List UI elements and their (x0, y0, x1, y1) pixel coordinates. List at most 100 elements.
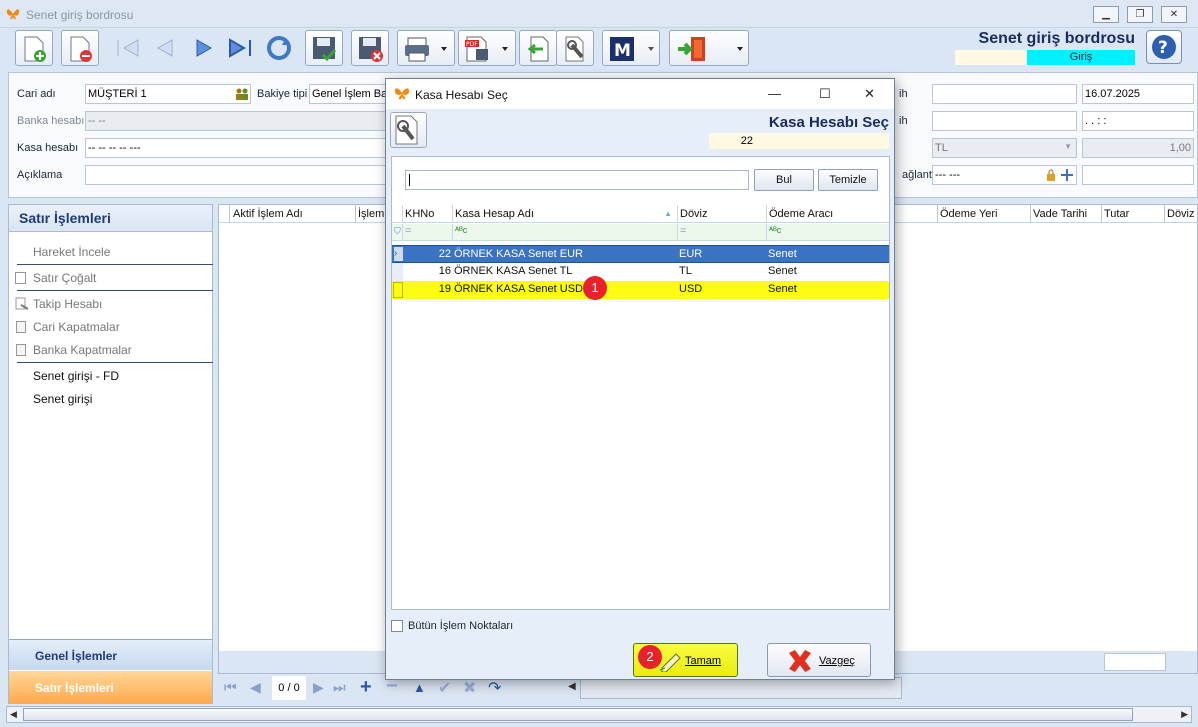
table-row[interactable]: 16 ÖRNEK KASA Senet TL TL Senet (392, 263, 889, 281)
pdf-icon: PDF (465, 36, 508, 62)
step-badge-1: 1 (583, 276, 607, 300)
column-kasa-hesap-adi[interactable]: Kasa Hesap Adı ▲ (453, 205, 678, 223)
column-aktif-islem[interactable]: Aktif İşlem Adı (233, 208, 303, 220)
genel-islemler-tab[interactable]: Genel İşlemler (9, 639, 212, 670)
butterfly-icon (6, 9, 20, 20)
tools-button[interactable] (556, 30, 594, 66)
menu-item-banka-kapatmalar[interactable]: Banka Kapatmalar (33, 343, 132, 357)
column-vade-tarihi[interactable]: Vade Tarihi (1033, 208, 1087, 220)
filter-odeme-araci[interactable]: ᴬᴮc (767, 224, 889, 241)
menu-item-takip-hesabi[interactable]: Takip Hesabı (33, 297, 102, 311)
refresh-button[interactable] (259, 30, 297, 66)
menu-item-senet-girisi-fd[interactable]: Senet girişi - FD (33, 369, 119, 383)
menu-item-satir-cogalt[interactable]: Satır Çoğalt (33, 271, 96, 285)
search-input[interactable] (405, 170, 749, 190)
last-page-icon[interactable]: ⏭ (333, 679, 346, 696)
date2-field[interactable] (932, 111, 1077, 131)
cancel-button[interactable]: Vazgeç (767, 643, 871, 677)
grid-hscroll-thumb[interactable] (580, 677, 902, 699)
clear-button[interactable]: Temizle (818, 169, 878, 191)
add-icon[interactable] (1061, 169, 1073, 181)
exit-button[interactable] (669, 30, 749, 66)
dialog-title-bar: Kasa Hesabı Seç — ☐ ✕ (386, 79, 894, 109)
bakiye-select[interactable]: Genel İşlem Bak (309, 84, 389, 104)
first-record-button[interactable] (107, 30, 145, 66)
add-row-icon[interactable]: + (360, 676, 372, 699)
all-points-checkbox[interactable] (391, 620, 403, 632)
scroll-left-arrow-icon[interactable]: ◀ (10, 709, 17, 720)
dialog-minimize-button[interactable]: — (768, 86, 781, 101)
scroll-right-arrow-icon[interactable]: ▶ (1181, 709, 1188, 720)
next-record-button[interactable] (184, 30, 222, 66)
filter-icon[interactable]: ⛉ (392, 224, 403, 241)
column-odeme-yeri[interactable]: Ödeme Yeri (940, 208, 997, 220)
cancel-x-icon (789, 650, 811, 672)
save-icon (313, 37, 337, 62)
kasa-input[interactable]: -- -- -- -- --- (85, 138, 389, 158)
satir-islemleri-tab[interactable]: Satır İşlemleri (9, 671, 212, 704)
menu-item-hareket-incele[interactable]: Hareket İncele (33, 245, 110, 259)
new-button[interactable] (15, 30, 53, 66)
dialog-maximize-button[interactable]: ☐ (819, 86, 831, 102)
print-button[interactable] (397, 30, 455, 66)
dialog-tools-button[interactable] (390, 112, 427, 148)
check-icon[interactable]: ✔ (438, 678, 451, 698)
column-doviz[interactable]: Döviz (678, 205, 767, 223)
filter-khno[interactable]: = (403, 224, 453, 241)
delete-button[interactable] (61, 30, 99, 66)
step-badge-2: 2 (638, 645, 662, 669)
import-button[interactable] (519, 30, 557, 66)
up-icon[interactable]: ▲ (413, 680, 426, 695)
table-row[interactable]: 19 ÖRNEK KASA Senet USD USD Senet (392, 281, 889, 299)
lock-icon[interactable] (1046, 169, 1056, 181)
pdf-button[interactable]: PDF (458, 30, 516, 66)
dialog-close-button[interactable]: ✕ (864, 86, 875, 102)
last-record-button[interactable] (221, 30, 259, 66)
cell-doviz: USD (679, 283, 703, 295)
dialog-heading: Kasa Hesabı Seç (768, 114, 889, 131)
baglanti-input[interactable]: --- --- (932, 165, 1077, 185)
date-field-empty[interactable] (932, 84, 1077, 104)
baglanti2-input[interactable] (1082, 165, 1194, 185)
column-odeme-araci[interactable]: Ödeme Aracı (767, 205, 889, 223)
rate-input[interactable]: 1,00 (1082, 138, 1194, 158)
previous-record-button[interactable] (145, 30, 183, 66)
banka-input[interactable]: -- -- (85, 111, 389, 131)
help-button[interactable]: ? (1146, 30, 1182, 64)
prev-page-icon[interactable]: ◀ (250, 679, 261, 696)
horizontal-scrollbar[interactable]: ◀ ▶ (6, 706, 1192, 723)
column-khno[interactable]: KHNo (403, 205, 453, 223)
restore-button[interactable]: ❐ (1127, 6, 1153, 23)
scroll-thumb[interactable] (23, 708, 1133, 721)
filter-doviz[interactable]: = (678, 224, 767, 241)
close-button[interactable]: ✕ (1161, 6, 1187, 23)
mode-badge: Giriş (1027, 50, 1135, 65)
save-close-button[interactable] (351, 30, 389, 66)
menu-item-cari-kapatmalar[interactable]: Cari Kapatmalar (33, 320, 120, 334)
currency-select[interactable]: TL ▼ (932, 138, 1077, 158)
first-page-icon[interactable]: ⏮ (224, 679, 237, 696)
scroll-left-icon[interactable]: ◀ (568, 681, 576, 692)
next-page-icon[interactable]: ▶ (313, 679, 324, 696)
minimize-button[interactable]: ▁ (1093, 6, 1119, 23)
cancel-icon[interactable]: ✖ (463, 678, 476, 698)
table-row[interactable]: › 22 ÖRNEK KASA Senet EUR EUR Senet (392, 245, 889, 263)
cari-input[interactable]: MÜŞTERİ 1 (85, 84, 251, 104)
find-button[interactable]: Bul (754, 169, 814, 191)
column-islem[interactable]: İşlem (358, 208, 384, 220)
column-tutar[interactable]: Tutar (1104, 208, 1129, 220)
menu-item-senet-girisi[interactable]: Senet girişi (33, 392, 92, 406)
time-input[interactable]: . . : : (1082, 111, 1194, 131)
undo-icon[interactable]: ↷ (488, 678, 501, 698)
aciklama-input[interactable] (85, 165, 389, 185)
column-separator (355, 205, 356, 223)
time-value: . . : : (1085, 115, 1107, 127)
cell-name: ÖRNEK KASA Senet USD (454, 283, 583, 295)
selected-name-box (781, 133, 889, 149)
date-input[interactable]: 16.07.2025 (1082, 84, 1194, 104)
column-doviz[interactable]: Döviz (1167, 208, 1195, 220)
filter-kasa-hesap-adi[interactable]: ᴬᴮc (453, 224, 678, 241)
save-button[interactable] (305, 30, 343, 66)
people-icon[interactable] (235, 88, 249, 100)
m-button[interactable]: M (602, 30, 660, 66)
